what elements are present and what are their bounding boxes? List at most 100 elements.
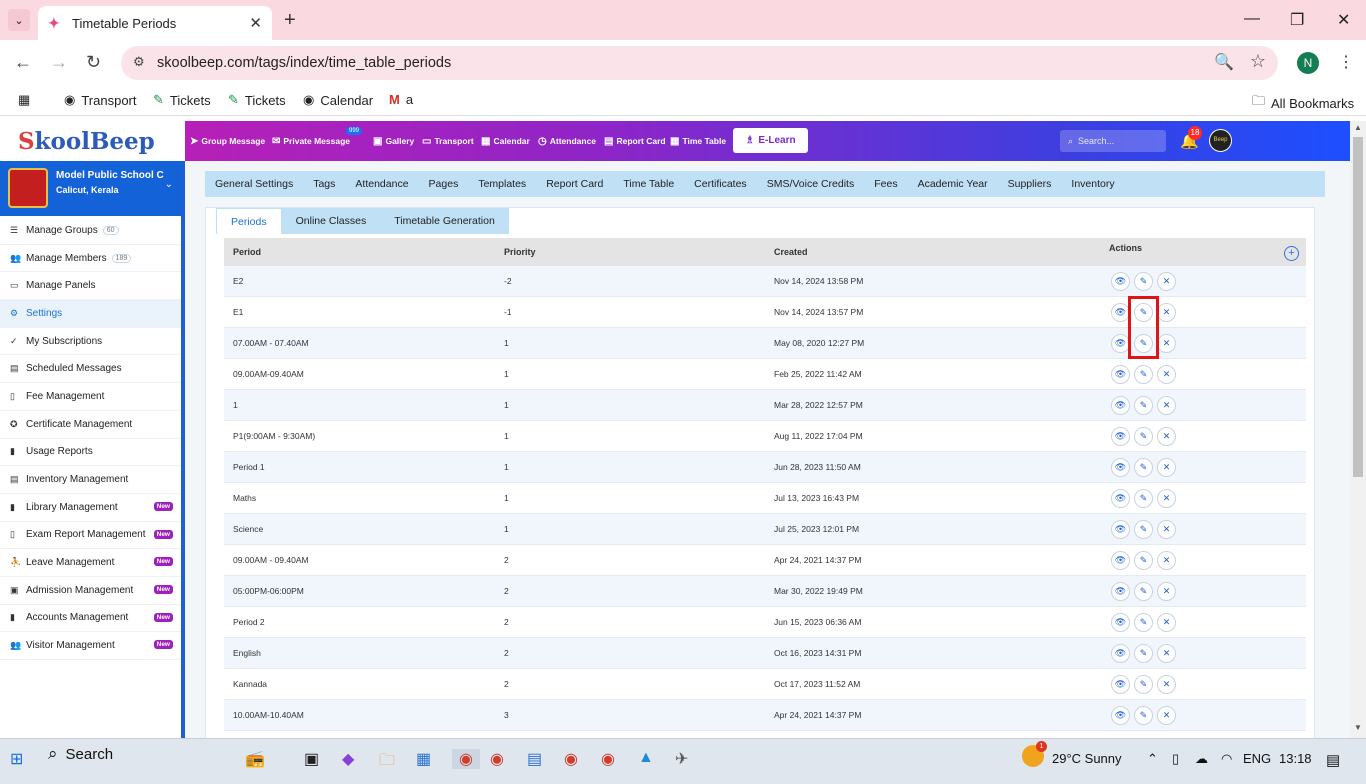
sidebar-item-manage-members[interactable]: 👥 Manage Members 189 [0,245,181,273]
site-info-icon[interactable]: ⚙ [133,54,145,70]
delete-x-icon[interactable]: ✕ [1157,613,1176,632]
scroll-up-icon[interactable]: ▲ [1354,123,1362,132]
delete-x-icon[interactable]: ✕ [1157,303,1176,322]
delete-x-icon[interactable]: ✕ [1157,644,1176,663]
nav-transport[interactable]: ▭ Transport [422,121,474,161]
all-bookmarks[interactable]: 🗀 All Bookmarks [1252,92,1354,114]
weather-text[interactable]: 29°C Sunny [1052,751,1122,766]
chevron-down-icon[interactable]: ⌄ [165,179,173,190]
subnav-fees[interactable]: Fees [864,178,907,190]
restore-icon[interactable]: ❐ [1290,10,1304,30]
sidebar-item-certificate-management[interactable]: ✪ Certificate Management [0,411,181,439]
store-icon[interactable]: ▦ [416,749,431,769]
view-eye-icon[interactable]: 👁 [1111,675,1130,694]
nav-report-card[interactable]: ▤ Report Card [604,121,666,161]
view-eye-icon[interactable]: 👁 [1111,644,1130,663]
edit-pencil-icon[interactable]: ✎ [1134,675,1153,694]
browser-menu-icon[interactable]: ⋮ [1338,52,1354,72]
close-tab-icon[interactable]: ✕ [249,14,262,32]
edit-pencil-icon[interactable]: ✎ [1134,706,1153,725]
task-view-icon[interactable]: ▣ [304,749,319,769]
taskbar-search[interactable]: ⌕ Search [48,744,113,764]
apps-grid-icon[interactable]: ▦ [18,92,30,108]
header-search-input[interactable]: ⌕ Search... [1060,130,1166,152]
subnav-inventory[interactable]: Inventory [1061,178,1124,190]
sidebar-item-my-subscriptions[interactable]: ✓ My Subscriptions [0,328,181,356]
sidebar-item-library-management[interactable]: ▮ Library Management New [0,494,181,522]
chrome-active-icon[interactable]: ◉ [452,749,480,769]
sidebar-item-manage-groups[interactable]: ☰ Manage Groups 60 [0,217,181,245]
elearn-button[interactable]: ♗ E-Learn [733,128,808,153]
view-eye-icon[interactable]: 👁 [1111,489,1130,508]
edit-pencil-icon[interactable]: ✎ [1134,396,1153,415]
sidebar-item-manage-panels[interactable]: ▭ Manage Panels [0,272,181,301]
view-eye-icon[interactable]: 👁 [1111,520,1130,539]
minimize-icon[interactable]: — [1244,10,1260,28]
school-selector[interactable]: Model Public School C Calicut, Kerala ⌄ [0,161,181,216]
sidebar-item-usage-reports[interactable]: ▮ Usage Reports [0,439,181,467]
bookmark-transport[interactable]: ◉ Transport [64,92,137,108]
view-eye-icon[interactable]: 👁 [1111,706,1130,725]
delete-x-icon[interactable]: ✕ [1157,458,1176,477]
file-explorer-icon[interactable]: 🗀 [379,749,395,776]
radio-widget-icon[interactable]: 📻 [245,749,265,769]
subnav-tags[interactable]: Tags [303,178,345,190]
delete-x-icon[interactable]: ✕ [1157,551,1176,570]
page-scrollbar[interactable]: ▲ ▼ [1350,121,1366,738]
chrome-icon[interactable]: ◉ [490,749,504,769]
copilot-icon[interactable]: ◆ [342,749,354,769]
view-eye-icon[interactable]: 👁 [1111,458,1130,477]
nav-private-message[interactable]: ✉ Private Message [272,121,350,161]
sidebar-item-inventory-management[interactable]: ▤ Inventory Management [0,466,181,494]
back-icon[interactable]: ← [14,52,32,73]
subnav-templates[interactable]: Templates [468,178,536,190]
view-eye-icon[interactable]: 👁 [1111,365,1130,384]
windows-start-icon[interactable]: ⊞ [10,749,23,769]
add-period-button[interactable]: + [1284,246,1299,261]
tray-chevron-icon[interactable]: ⌃ [1147,751,1158,767]
sidebar-item-settings[interactable]: ⚙ Settings [0,300,181,328]
zoom-icon[interactable]: 🔍 [1214,52,1234,72]
nav-calendar[interactable]: ▦ Calendar [481,121,530,161]
subnav-certificates[interactable]: Certificates [684,178,757,190]
subnav-attendance[interactable]: Attendance [345,178,418,190]
user-avatar[interactable]: Beep [1209,129,1232,152]
sidebar-item-fee-management[interactable]: ▯ Fee Management [0,383,181,411]
subnav-general-settings[interactable]: General Settings [205,178,303,190]
edit-pencil-icon[interactable]: ✎ [1134,551,1153,570]
sidebar-item-visitor-management[interactable]: 👥 Visitor Management New [0,632,181,660]
language-indicator[interactable]: ENG [1243,751,1271,766]
edit-pencil-icon[interactable]: ✎ [1134,644,1153,663]
view-eye-icon[interactable]: 👁 [1111,551,1130,570]
forward-icon[interactable]: → [50,52,68,73]
bookmark-star-icon[interactable]: ☆ [1250,51,1266,72]
edit-pencil-icon[interactable]: ✎ [1134,520,1153,539]
delete-x-icon[interactable]: ✕ [1157,396,1176,415]
sidebar-item-scheduled-messages[interactable]: ▤ Scheduled Messages [0,355,181,384]
bookmark-calendar[interactable]: ◉ Calendar [303,92,373,108]
subnav-report-card[interactable]: Report Card [536,178,613,190]
edit-pencil-icon[interactable]: ✎ [1134,489,1153,508]
chrome-icon-2[interactable]: ◉ [564,749,578,769]
nav-group-message[interactable]: ➤ Group Message [190,121,265,161]
wifi-icon[interactable]: ◠ [1221,751,1232,767]
bookmark-tickets[interactable]: ✎ Tickets [153,92,211,108]
notification-center-icon[interactable]: ▤ [1326,751,1340,769]
delete-x-icon[interactable]: ✕ [1157,334,1176,353]
tab-search-dropdown[interactable]: ⌄ [8,9,30,31]
tray-app-icon[interactable]: ▯ [1172,751,1179,767]
delete-x-icon[interactable]: ✕ [1157,427,1176,446]
reload-icon[interactable]: ↻ [86,52,101,73]
edit-pencil-icon[interactable]: ✎ [1134,613,1153,632]
bookmark-tickets-2[interactable]: ✎ Tickets [228,92,286,108]
delete-x-icon[interactable]: ✕ [1157,365,1176,384]
sidebar-item-accounts-management[interactable]: ▮ Accounts Management New [0,605,181,633]
sidebar-item-exam-report-management[interactable]: ▯ Exam Report Management New [0,522,181,550]
cloud-icon[interactable]: ☁ [1195,751,1208,767]
sidebar-item-leave-management[interactable]: ⛹ Leave Management New [0,549,181,577]
tab-timetable-generation[interactable]: Timetable Generation [380,208,509,234]
view-eye-icon[interactable]: 👁 [1111,613,1130,632]
view-eye-icon[interactable]: 👁 [1111,582,1130,601]
scroll-down-icon[interactable]: ▼ [1354,723,1362,732]
chrome-icon-3[interactable]: ◉ [601,749,615,769]
